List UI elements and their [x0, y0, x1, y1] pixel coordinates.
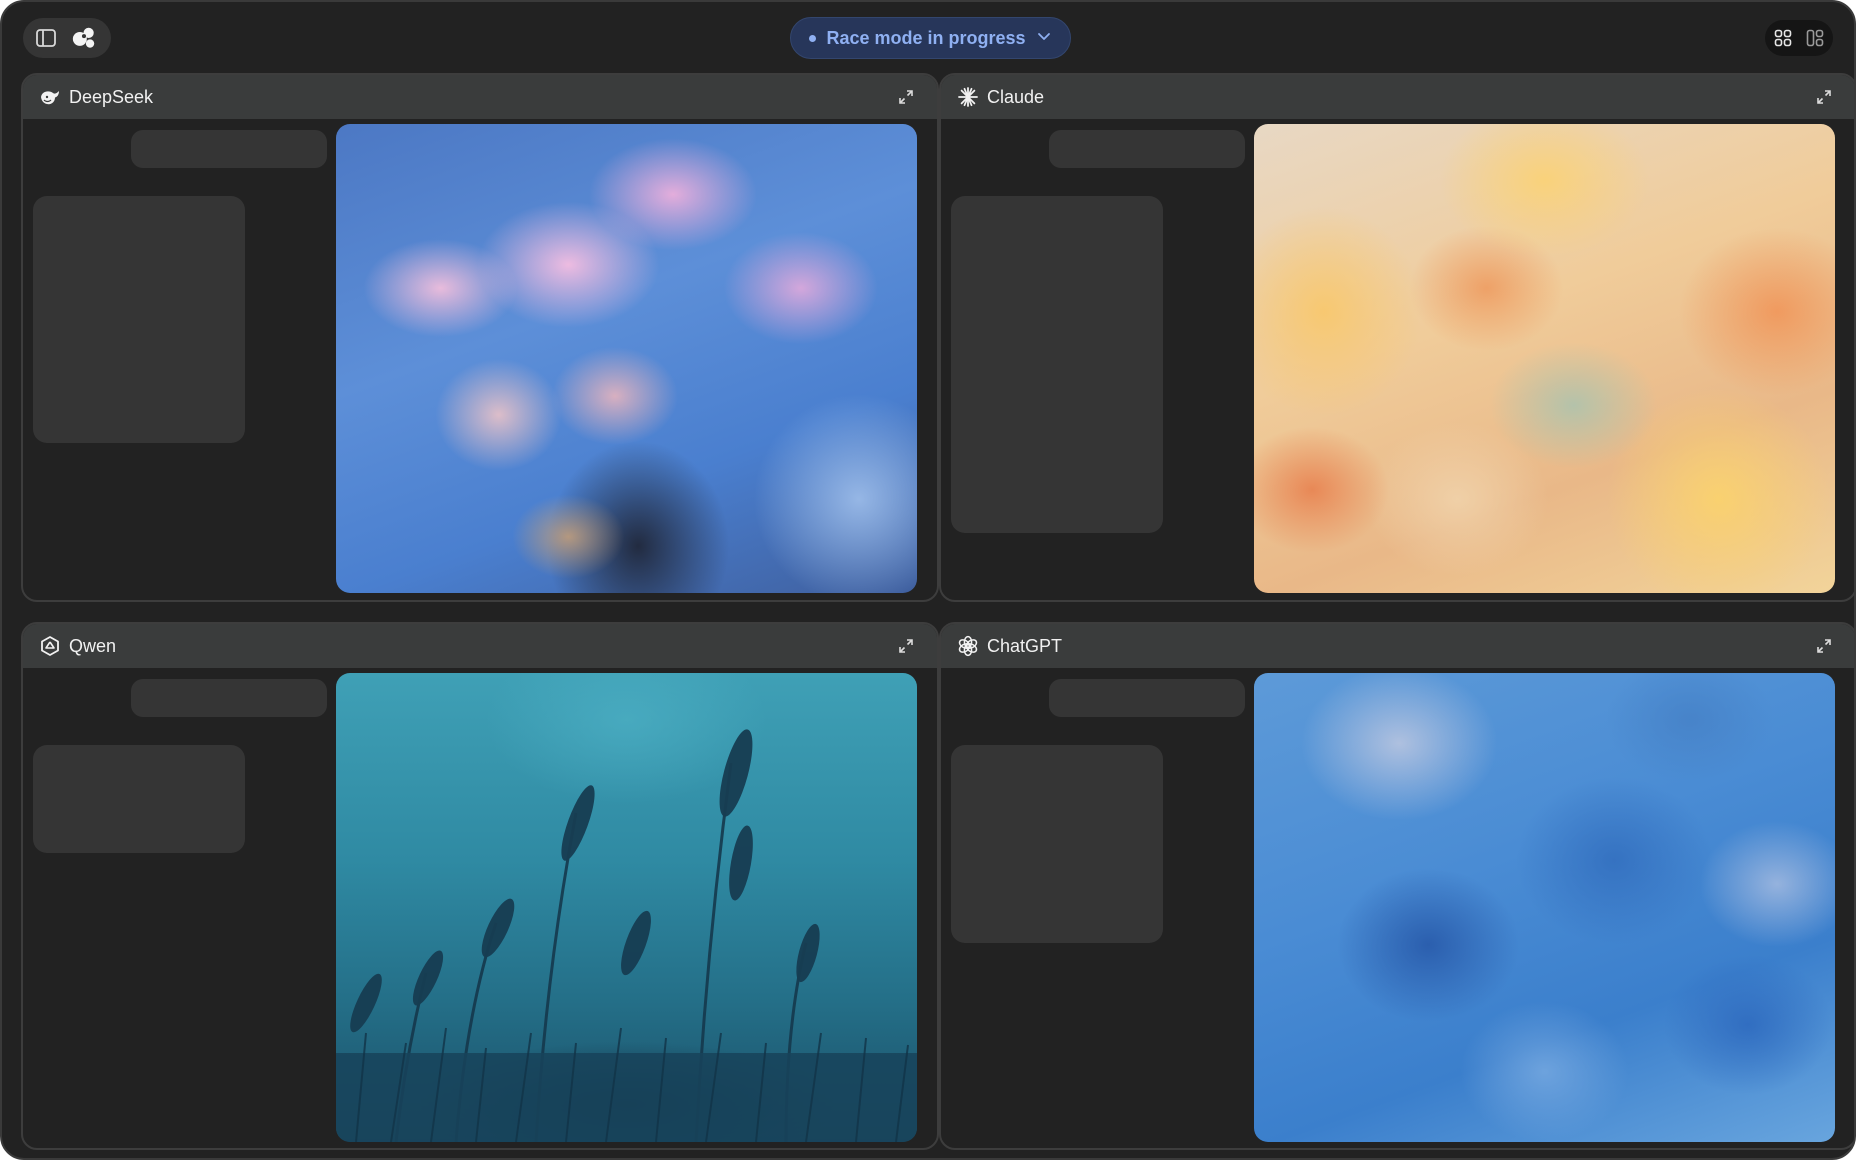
app-window: Race mode in progress DeepSeek Claude Qw…: [0, 0, 1856, 1160]
panel-header: ChatGPT: [941, 624, 1854, 668]
prompt-placeholder: [1049, 130, 1245, 168]
status-dot: [809, 34, 817, 42]
deepseek-whale-icon: [39, 86, 61, 108]
panel-deepseek: DeepSeek: [21, 73, 939, 602]
panel-qwen: Qwen: [21, 622, 939, 1150]
qwen-logo-icon: [39, 635, 61, 657]
panel-header: Qwen: [23, 624, 937, 668]
claude-sparkle-icon: [957, 86, 979, 108]
response-placeholder: [951, 196, 1163, 533]
sidebar-toggle-icon[interactable]: [33, 25, 59, 51]
generated-image[interactable]: [336, 124, 917, 593]
panel-header: Claude: [941, 75, 1854, 119]
openai-logo-icon: [957, 635, 979, 657]
left-controls: [23, 18, 111, 58]
expand-icon[interactable]: [895, 86, 917, 108]
response-placeholder: [33, 745, 245, 853]
top-bar: Race mode in progress: [2, 2, 1854, 72]
prompt-placeholder: [131, 130, 327, 168]
grid-layout-icon[interactable]: [1772, 27, 1794, 49]
app-logo-icon[interactable]: [71, 25, 97, 51]
generated-image[interactable]: [1254, 673, 1835, 1142]
layout-switcher: [1765, 20, 1833, 56]
panel-chatgpt: ChatGPT: [939, 622, 1854, 1150]
column-layout-icon[interactable]: [1804, 27, 1826, 49]
expand-icon[interactable]: [1813, 86, 1835, 108]
generated-image[interactable]: [336, 673, 917, 1142]
expand-icon[interactable]: [1813, 635, 1835, 657]
reeds-illustration: [336, 729, 917, 1142]
race-mode-label: Race mode in progress: [826, 27, 1026, 48]
response-placeholder: [951, 745, 1163, 943]
race-mode-dropdown[interactable]: Race mode in progress: [790, 17, 1071, 59]
panel-title: ChatGPT: [987, 635, 1063, 656]
response-placeholder: [33, 196, 245, 443]
chevron-down-icon: [1036, 28, 1052, 49]
prompt-placeholder: [131, 679, 327, 717]
panel-header: DeepSeek: [23, 75, 937, 119]
panel-title: DeepSeek: [69, 86, 154, 107]
expand-icon[interactable]: [895, 635, 917, 657]
panel-title: Qwen: [69, 635, 117, 656]
panel-claude: Claude: [939, 73, 1854, 602]
generated-image[interactable]: [1254, 124, 1835, 593]
panel-title: Claude: [987, 86, 1045, 107]
prompt-placeholder: [1049, 679, 1245, 717]
